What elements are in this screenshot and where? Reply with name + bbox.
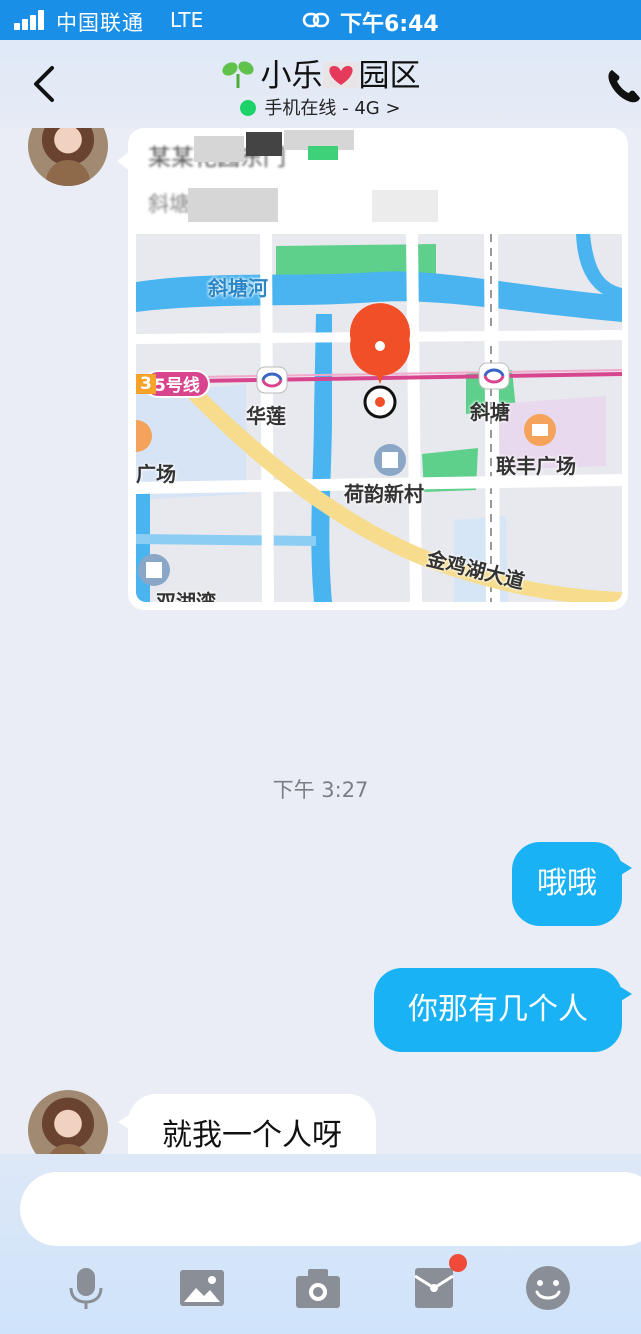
- title-text-part2: 园区: [358, 58, 421, 94]
- sent-message-bubble[interactable]: 哦哦: [512, 842, 622, 926]
- microphone-icon[interactable]: [62, 1264, 110, 1312]
- location-map[interactable]: 斜塘河 5号线 3 华莲 斜塘 联丰广场 广场 荷韵新村 金鸡湖大道 双湖湾: [136, 234, 622, 602]
- map-label-mall: 联丰广场: [496, 454, 576, 478]
- map-label-village: 荷韵新村: [344, 482, 424, 506]
- status-bar: 中国联通 LTE 下午6:44: [0, 0, 641, 40]
- sprout-icon: [221, 61, 254, 88]
- phone-call-icon[interactable]: [604, 66, 641, 106]
- received-message-bubble[interactable]: 就我一个人呀: [128, 1094, 376, 1154]
- emoji-icon[interactable]: [524, 1264, 572, 1312]
- camera-icon[interactable]: [294, 1264, 342, 1312]
- network-type: LTE: [170, 8, 204, 32]
- status-time: 下午6:44: [340, 12, 439, 37]
- online-status[interactable]: 手机在线 - 4G >: [0, 94, 641, 120]
- mosaic-blur: [194, 136, 244, 162]
- mosaic-blur: [188, 188, 278, 222]
- contact-avatar[interactable]: [28, 1090, 108, 1154]
- sent-message-bubble[interactable]: 你那有几个人: [374, 968, 622, 1052]
- map-label-station-xietang: 斜塘: [470, 400, 510, 424]
- notification-dot: [449, 1254, 467, 1272]
- online-dot-icon: [240, 100, 257, 116]
- metro-station-icon: [478, 362, 510, 390]
- map-label-plaza: 广场: [136, 462, 176, 486]
- location-message-card[interactable]: 某某花园东门 斜塘花园: [128, 128, 628, 610]
- mosaic-blur: [246, 132, 282, 156]
- hotspot-link-icon: [302, 12, 330, 28]
- chat-message-list[interactable]: 某某花园东门 斜塘花园: [0, 128, 641, 1154]
- heart-icon: [322, 62, 359, 88]
- title-text-part1: 小乐: [260, 58, 323, 94]
- message-input-area: [0, 1154, 641, 1334]
- map-label-river: 斜塘河: [208, 276, 268, 300]
- red-packet-icon[interactable]: [410, 1264, 458, 1312]
- map-label-station-hualian: 华莲: [246, 404, 286, 428]
- chat-header: 小乐 园区 手机在线 - 4G >: [0, 40, 641, 128]
- mosaic-blur: [308, 146, 338, 160]
- message-input[interactable]: [20, 1172, 641, 1246]
- contact-avatar[interactable]: [28, 128, 108, 186]
- image-icon[interactable]: [178, 1264, 226, 1312]
- mosaic-blur: [372, 190, 438, 222]
- map-label-bottom-left: 双湖湾: [156, 590, 216, 602]
- chat-title[interactable]: 小乐 园区: [0, 50, 641, 95]
- carrier-name: 中国联通: [56, 11, 144, 35]
- online-status-text: 手机在线 - 4G >: [264, 98, 401, 119]
- signal-strength-icon: [14, 10, 50, 30]
- map-label-line-prefix: 3: [136, 374, 156, 394]
- message-timestamp: 下午 3:27: [272, 778, 369, 802]
- metro-station-icon: [256, 366, 288, 394]
